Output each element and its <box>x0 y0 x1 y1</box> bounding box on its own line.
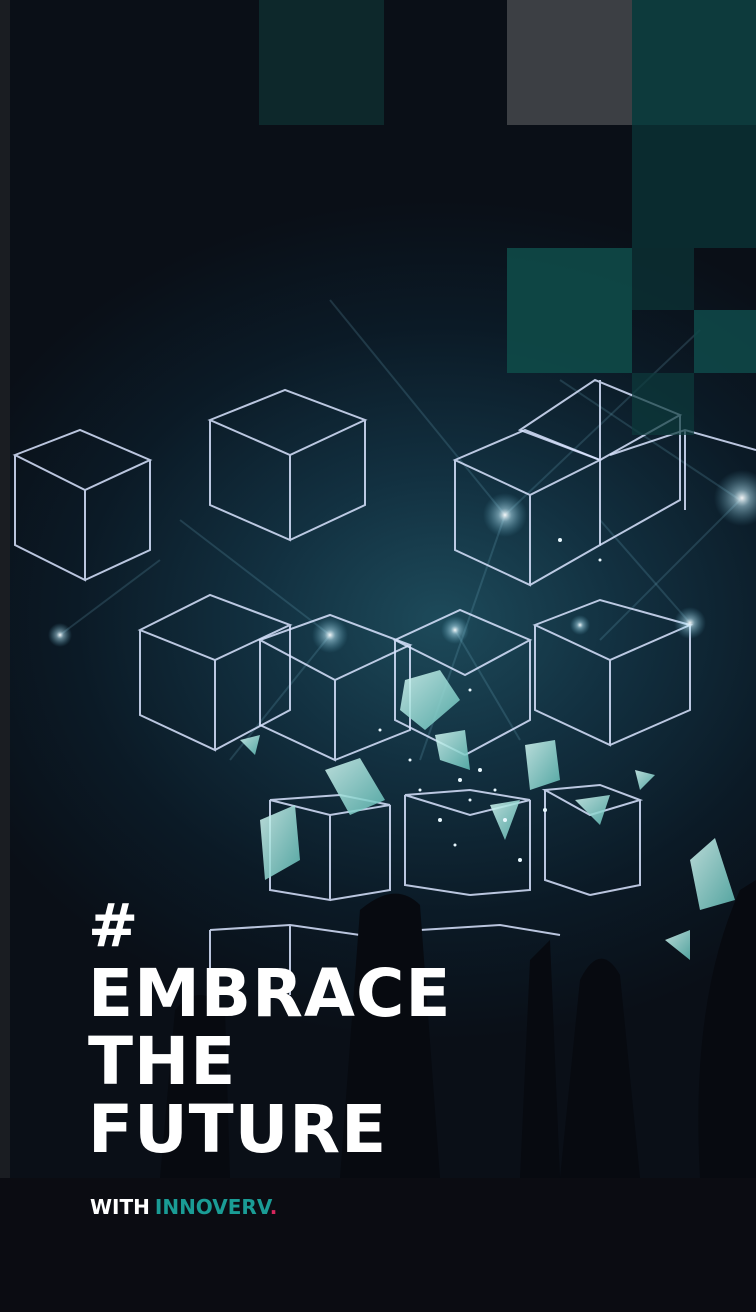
decorative-tile <box>632 125 756 248</box>
light-rays <box>59 299 741 761</box>
decorative-tile <box>632 373 694 435</box>
brand-dot: . <box>269 1195 278 1219</box>
spotlights <box>48 470 756 653</box>
tagline: WITH INNOVERV. <box>90 1196 277 1218</box>
decorative-tile <box>632 248 694 310</box>
decorative-tile <box>259 0 384 125</box>
poster: # EMBRACE THE FUTURE WITH INNOVERV. <box>0 0 756 1312</box>
tagline-prefix: WITH <box>90 1195 150 1219</box>
decorative-tile <box>507 0 632 125</box>
decorative-tile <box>632 0 756 125</box>
headline: # EMBRACE THE FUTURE <box>88 892 452 1164</box>
headline-line-2: THE <box>88 1023 237 1100</box>
brand-name: INNOVERV <box>154 1195 270 1219</box>
headline-hash: # <box>88 891 140 961</box>
decorative-tile <box>694 310 756 373</box>
decorative-tile <box>507 248 632 373</box>
headline-line-3: FUTURE <box>88 1091 388 1168</box>
headline-line-1: EMBRACE <box>88 955 452 1032</box>
